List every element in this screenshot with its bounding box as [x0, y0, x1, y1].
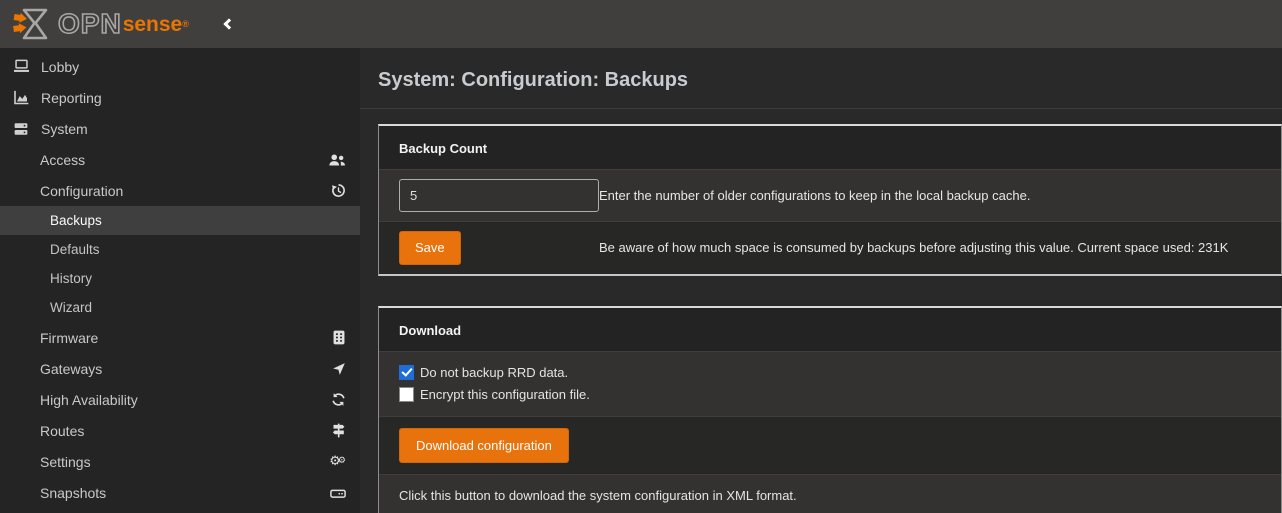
logo-text-sense: sense: [123, 14, 183, 35]
download-help-row: Click this button to download the system…: [379, 475, 1281, 513]
sidebar-item-routes[interactable]: Routes: [0, 415, 360, 446]
chevron-left-icon: [224, 18, 235, 29]
sidebar-collapse-button[interactable]: [217, 13, 239, 35]
download-panel: Download Do not backup RRD data. Encrypt…: [378, 306, 1282, 513]
sidebar-item-defaults[interactable]: Defaults: [0, 235, 360, 264]
download-button-row: Download configuration: [379, 417, 1281, 476]
cogs-icon: ⚙⚙: [329, 455, 346, 468]
download-configuration-button[interactable]: Download configuration: [399, 428, 569, 464]
sidebar-item-configuration[interactable]: Configuration: [0, 175, 360, 206]
microchip-icon: [332, 330, 346, 345]
map-signs-icon: [331, 423, 346, 438]
app-window: OPNsense® Lobby Reporting: [0, 0, 1282, 513]
download-options-row: Do not backup RRD data. Encrypt this con…: [379, 352, 1281, 417]
sidebar-item-high-availability[interactable]: High Availability: [0, 384, 360, 415]
hdd-icon: [330, 486, 346, 499]
download-help: Click this button to download the system…: [399, 488, 797, 503]
backup-count-row: Enter the number of older configurations…: [379, 170, 1281, 222]
save-row: Save Be aware of how much space is consu…: [379, 222, 1281, 274]
sidebar-item-lobby[interactable]: Lobby: [0, 51, 360, 82]
no-rrd-checkbox[interactable]: [399, 365, 414, 380]
encrypt-option[interactable]: Encrypt this configuration file.: [399, 384, 1261, 406]
page-title: System: Configuration: Backups: [378, 69, 1264, 91]
logo-registered-mark: ®: [182, 19, 189, 29]
sidebar-item-access[interactable]: Access: [0, 144, 360, 175]
area-chart-icon: [10, 90, 32, 105]
backup-count-help: Enter the number of older configurations…: [599, 179, 1281, 212]
save-button[interactable]: Save: [399, 231, 461, 265]
laptop-icon: [10, 59, 32, 74]
page-header: System: Configuration: Backups: [360, 48, 1282, 109]
opnsense-logo[interactable]: OPNsense®: [12, 7, 189, 41]
location-arrow-icon: [332, 362, 346, 376]
sidebar-item-firmware[interactable]: Firmware: [0, 322, 360, 353]
opnsense-hourglass-icon: [12, 7, 52, 41]
sidebar-item-system[interactable]: System: [0, 113, 360, 144]
topbar: OPNsense®: [0, 0, 1282, 48]
sidebar-item-gateways[interactable]: Gateways: [0, 353, 360, 384]
backup-count-panel-title: Backup Count: [379, 126, 1281, 170]
sidebar-item-reporting[interactable]: Reporting: [0, 82, 360, 113]
save-help: Be aware of how much space is consumed b…: [599, 231, 1281, 264]
download-panel-title: Download: [379, 308, 1281, 352]
backup-count-panel: Backup Count Enter the number of older c…: [378, 124, 1282, 276]
main-content: System: Configuration: Backups Backup Co…: [360, 48, 1282, 513]
logo-text-opn: OPN: [58, 10, 122, 38]
users-icon: [328, 153, 346, 167]
backup-count-input[interactable]: [399, 179, 599, 212]
sidebar-item-snapshots[interactable]: Snapshots: [0, 477, 360, 508]
encrypt-label: Encrypt this configuration file.: [420, 387, 590, 402]
sidebar-item-settings[interactable]: Settings ⚙⚙: [0, 446, 360, 477]
history-icon: [331, 183, 346, 198]
server-icon: [10, 122, 32, 136]
encrypt-checkbox[interactable]: [399, 387, 414, 402]
sidebar-item-history[interactable]: History: [0, 264, 360, 293]
no-rrd-option[interactable]: Do not backup RRD data.: [399, 362, 1261, 384]
sidebar: Lobby Reporting System Access: [0, 48, 360, 513]
sidebar-item-backups[interactable]: Backups: [0, 206, 360, 235]
no-rrd-label: Do not backup RRD data.: [420, 365, 568, 380]
sidebar-item-wizard[interactable]: Wizard: [0, 293, 360, 322]
sync-icon: [331, 392, 346, 407]
